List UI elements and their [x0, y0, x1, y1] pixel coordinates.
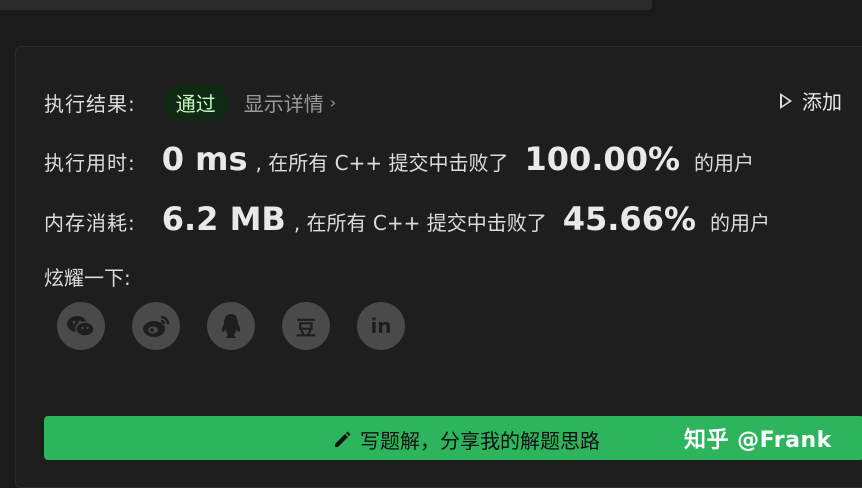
chevron-right-icon: ›: [329, 92, 337, 112]
write-solution-label: 写题解，分享我的解题思路: [360, 429, 600, 453]
runtime-text: , 在所有 C++ 提交中击败了: [255, 151, 509, 175]
memory-suffix: 的用户: [710, 211, 771, 235]
watermark: 知乎 @Frank: [684, 428, 832, 453]
runtime-percent: 100.00%: [524, 140, 681, 178]
runtime-suffix: 的用户: [694, 151, 755, 175]
memory-percent: 45.66%: [562, 200, 697, 238]
memory-label: 内存消耗:: [44, 211, 136, 235]
memory-row: 内存消耗: 6.2 MB , 在所有 C++ 提交中击败了 45.66% 的用户: [44, 200, 778, 238]
weibo-icon[interactable]: [132, 302, 180, 350]
result-row: 执行结果: 通过 显示详情 ›: [44, 83, 336, 121]
top-bar: [0, 0, 652, 10]
status-badge: 通过: [163, 83, 228, 121]
qq-icon[interactable]: [207, 302, 255, 350]
share-icons: 豆 in: [57, 302, 405, 350]
share-label: 炫耀一下:: [44, 266, 131, 290]
write-solution-button[interactable]: 写题解，分享我的解题思路 知乎 @Frank: [44, 416, 862, 460]
memory-value: 6.2 MB: [161, 200, 286, 238]
runtime-label: 执行用时:: [44, 151, 136, 175]
runtime-row: 执行用时: 0 ms , 在所有 C++ 提交中击败了 100.00% 的用户: [44, 140, 762, 178]
memory-text: , 在所有 C++ 提交中击败了: [293, 211, 547, 235]
result-label: 执行结果:: [44, 91, 136, 116]
runtime-value: 0 ms: [161, 140, 248, 178]
douban-icon[interactable]: 豆: [282, 302, 330, 350]
play-icon: [780, 92, 792, 109]
add-label: 添加: [802, 90, 842, 114]
show-details-label: 显示详情: [243, 91, 324, 116]
write-solution-content: 写题解，分享我的解题思路: [332, 425, 600, 454]
wechat-icon[interactable]: [57, 302, 105, 350]
add-button[interactable]: 添加: [780, 86, 842, 115]
show-details-link[interactable]: 显示详情 ›: [244, 88, 336, 117]
linkedin-glyph: in: [370, 314, 392, 338]
pencil-icon: [335, 431, 351, 447]
douban-glyph: 豆: [296, 315, 316, 340]
linkedin-icon[interactable]: in: [357, 302, 405, 350]
